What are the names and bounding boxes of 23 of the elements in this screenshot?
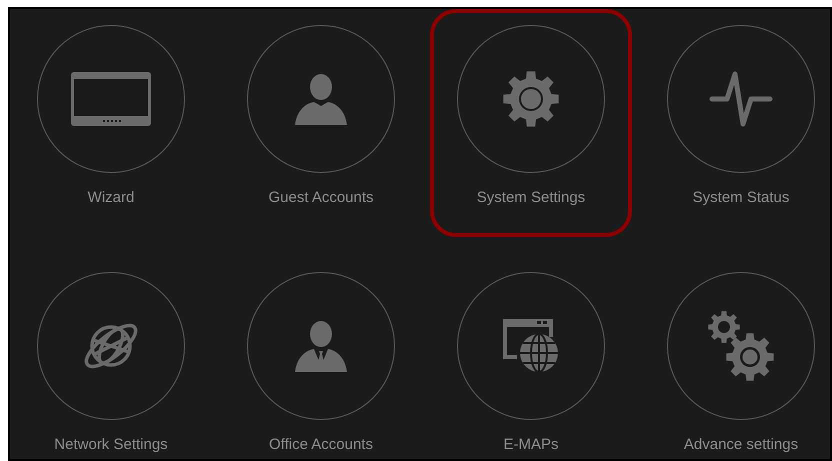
menu-tile[interactable]: E-MAPs	[430, 256, 632, 459]
menu-tile[interactable]: System Status	[640, 9, 830, 237]
tile-label: System Status	[692, 189, 790, 207]
tile-label: Guest Accounts	[268, 189, 374, 207]
browser-globe-icon	[503, 319, 559, 373]
tile-label: Office Accounts	[269, 436, 373, 454]
gears-icon	[708, 311, 774, 381]
tile-label: Wizard	[88, 189, 134, 207]
menu-tile[interactable]: System Settings	[430, 9, 632, 237]
pulse-icon	[709, 71, 773, 127]
menu-tile[interactable]: Guest Accounts	[220, 9, 422, 237]
menu-tile[interactable]: Network Settings	[10, 256, 212, 459]
tablet-icon	[71, 72, 151, 126]
tile-label: Advance settings	[684, 436, 798, 454]
person-icon	[295, 73, 347, 125]
tile-label: E-MAPs	[503, 436, 558, 454]
businessman-icon	[295, 320, 347, 372]
menu-tile[interactable]: Wizard	[10, 9, 212, 237]
menu-tile[interactable]: Office Accounts	[220, 256, 422, 459]
gear-icon	[503, 70, 559, 128]
tile-label: Network Settings	[54, 436, 168, 454]
menu-tile[interactable]: Advance settings	[640, 256, 830, 459]
tile-label: System Settings	[476, 189, 586, 207]
